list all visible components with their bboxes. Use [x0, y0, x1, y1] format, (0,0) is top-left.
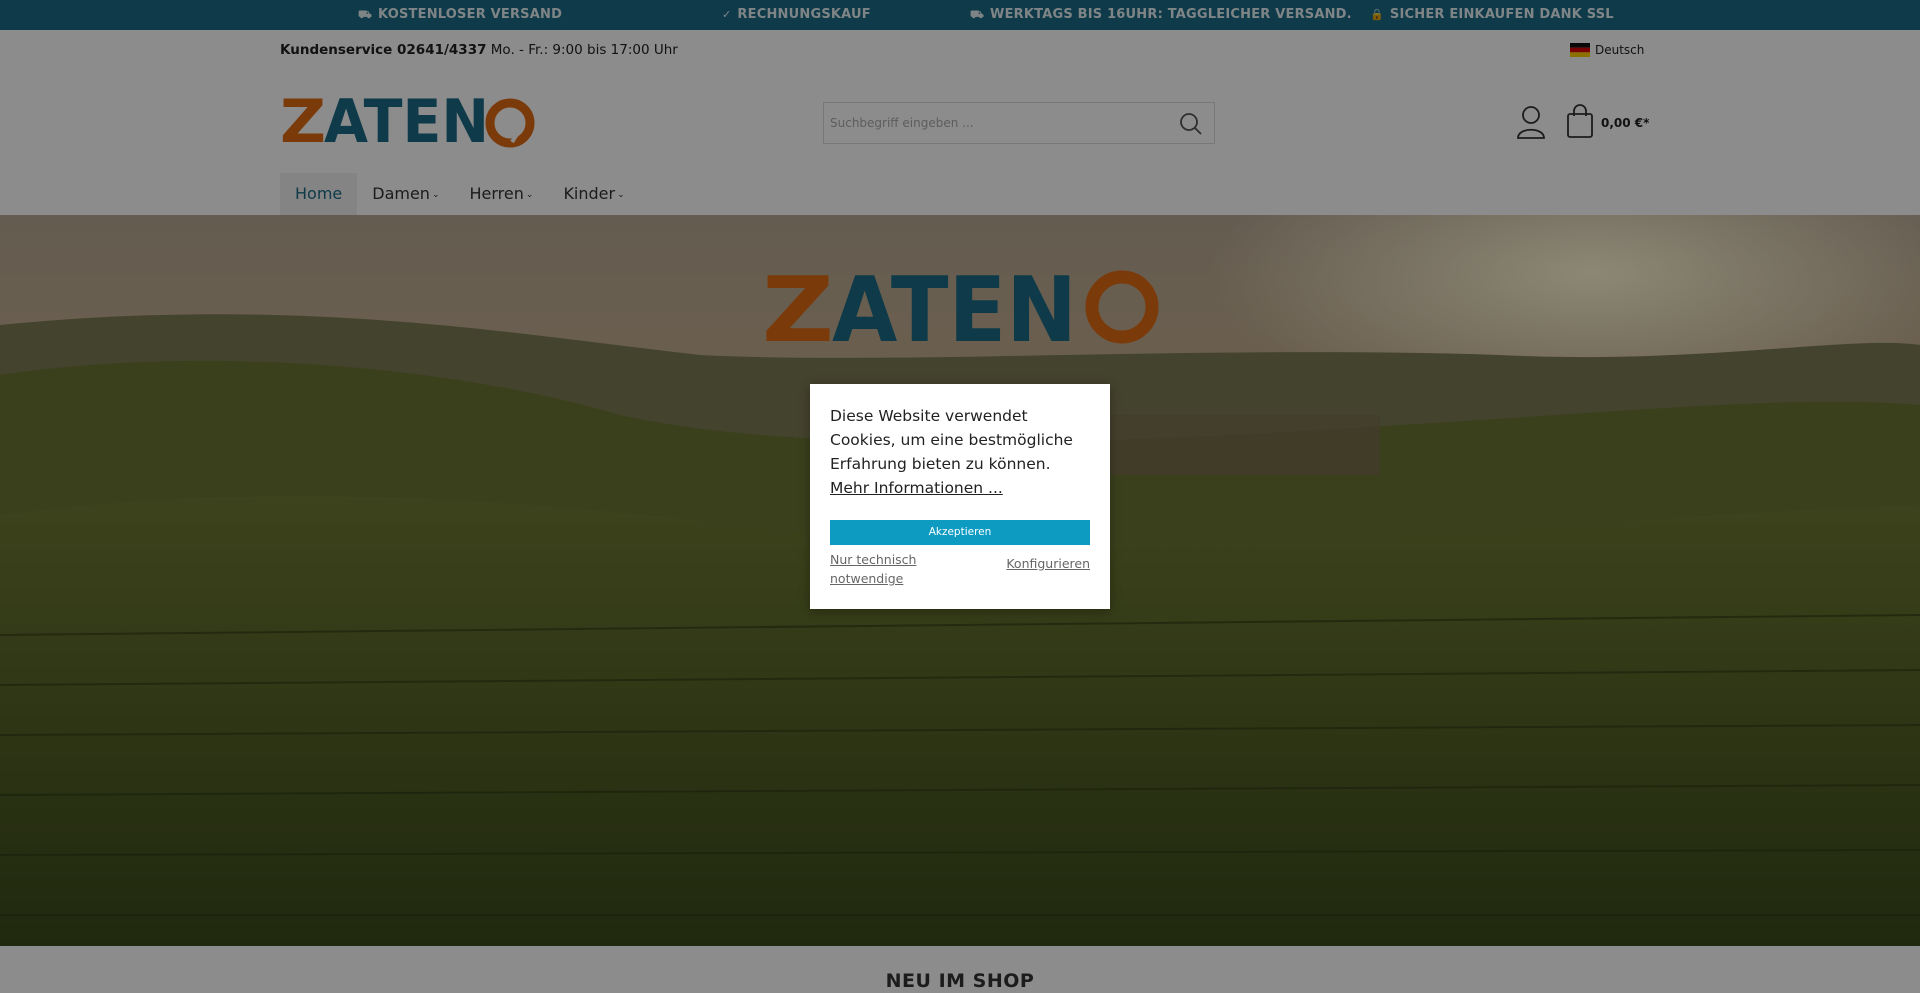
cookie-message-text: Diese Website verwendet Cookies, um eine… [830, 407, 1073, 473]
cookie-message: Diese Website verwendet Cookies, um eine… [830, 404, 1095, 500]
cookie-consent-dialog: Diese Website verwendet Cookies, um eine… [810, 384, 1110, 609]
more-info-link[interactable]: Mehr Informationen ... [830, 476, 1095, 500]
configure-cookies-link[interactable]: Konfigurieren [1006, 554, 1090, 573]
only-necessary-link[interactable]: Nur technisch notwendige [830, 550, 940, 588]
accept-cookies-button[interactable]: Akzeptieren [830, 520, 1090, 545]
